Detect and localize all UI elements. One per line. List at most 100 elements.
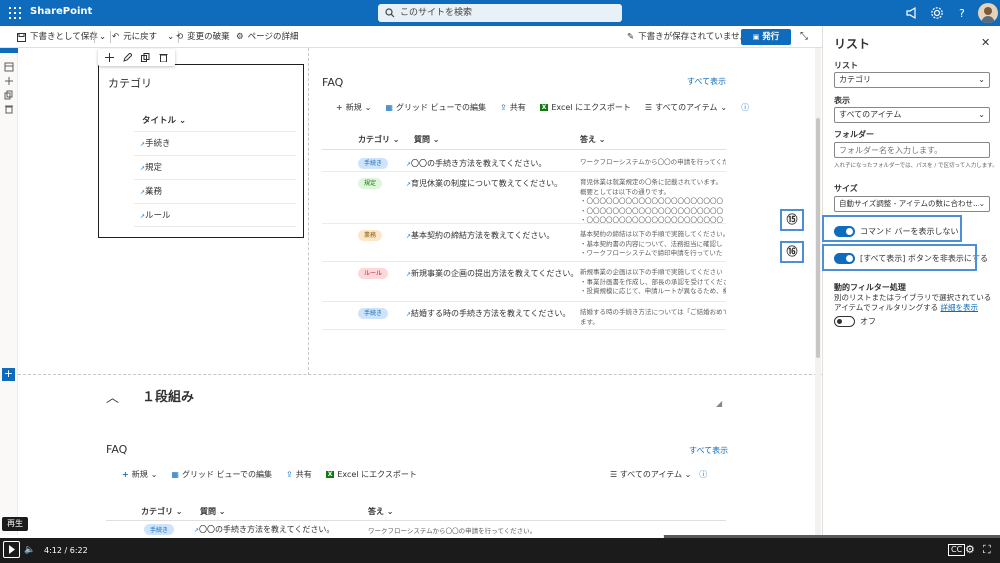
list-command-bar: + 新規 ⌄ ▦ グリッド ビューでの編集 ⇪ 共有 X Excel にエクスポート ☰ す… xyxy=(336,101,749,113)
category-badge[interactable]: 手続き xyxy=(144,524,175,535)
gear-icon[interactable] xyxy=(930,6,944,20)
collapse-chevron-icon[interactable]: ︿ xyxy=(106,387,119,406)
answer-text: 結婚する時の手続き方法については「ご結婚おめで ます。 xyxy=(580,308,726,326)
help-icon[interactable]: ? xyxy=(955,6,969,20)
delete-icon[interactable] xyxy=(159,53,168,62)
new-button[interactable]: + 新規 ⌄ xyxy=(336,102,371,113)
question-link[interactable]: ↗〇〇の手続き方法を教えてください。 xyxy=(406,158,546,169)
avatar[interactable] xyxy=(978,3,998,23)
title-column-label: タイトル xyxy=(142,116,177,126)
undo-button[interactable]: ↶ 元に戻す ⌄ xyxy=(112,26,180,48)
chevron-down-icon: ⌄ xyxy=(684,469,692,479)
share-button[interactable]: ⇪ 共有 xyxy=(286,469,312,480)
category-badge[interactable]: 業務 xyxy=(358,230,383,241)
grid-edit-button[interactable]: ▦ グリッド ビューでの編集 xyxy=(171,469,272,480)
duplicate-icon[interactable] xyxy=(4,90,14,100)
layout-icon[interactable] xyxy=(4,62,14,72)
answer-text: 基本契約の締結は以下の手順で実施してください。 ・基本契約書の内容について、法務… xyxy=(580,230,726,257)
fullscreen-icon[interactable]: ⛶ xyxy=(983,543,991,557)
folder-input[interactable] xyxy=(834,142,990,158)
add-section-button[interactable]: + xyxy=(2,368,15,381)
move-icon[interactable] xyxy=(105,53,115,62)
question-column-header[interactable]: 質問 ⌄ xyxy=(200,506,226,517)
close-icon[interactable]: ✕ xyxy=(981,36,990,49)
resize-handle-icon[interactable]: ◢ xyxy=(716,399,722,408)
list-item[interactable]: ↗ルール xyxy=(134,203,296,227)
question-link[interactable]: ↗結婚する時の手続き方法を教えてください。 xyxy=(406,308,570,319)
one-column-section: ︿ １段組み ◢ FAQ すべて表示 + 新規 ⌄ ▦ グリッド ビューでの編集 ⇪ 共… xyxy=(18,375,822,538)
list-item[interactable]: ↗業務 xyxy=(134,179,296,203)
collapse-panel-icon[interactable]: ⤡ xyxy=(800,26,808,48)
view-dropdown[interactable]: すべてのアイテム ⌄ xyxy=(834,107,990,123)
plus-icon: + xyxy=(336,102,343,112)
view-selector[interactable]: ☰ すべてのアイテム ⌄ xyxy=(610,469,691,480)
category-column-header[interactable]: カテゴリ ⌄ xyxy=(358,134,400,145)
draft-status: ✎ 下書きが保存されていません xyxy=(627,26,748,48)
table-row[interactable]: 手続き ↗〇〇の手続き方法を教えてください。 ワークフローシステムから〇〇の申請を行… xyxy=(322,152,726,172)
view-label: 表示 xyxy=(834,96,850,105)
grid-edit-button[interactable]: ▦ グリッド ビューでの編集 xyxy=(385,102,486,113)
megaphone-icon[interactable] xyxy=(905,6,919,20)
export-excel-button[interactable]: X Excel にエクスポート xyxy=(325,469,417,480)
details-link[interactable]: 詳細を表示 xyxy=(941,303,979,312)
table-row[interactable]: ルール ↗新規事業の企画の提出方法を教えてください。 新規事業の企画は以下の手順で実… xyxy=(322,262,726,302)
category-badge[interactable]: 手続き xyxy=(358,158,389,169)
list-dropdown[interactable]: カテゴリ ⌄ xyxy=(834,72,990,88)
question-link[interactable]: ↗〇〇の手続き方法を教えてください。 xyxy=(194,524,334,535)
table-row[interactable]: 業務 ↗基本契約の締結方法を教えてください。 基本契約の締結は以下の手順で実施してく… xyxy=(322,224,726,262)
question-column-header[interactable]: 質問 ⌄ xyxy=(414,134,440,145)
question-link[interactable]: ↗基本契約の締結方法を教えてください。 xyxy=(406,230,554,241)
brand-name[interactable]: SharePoint xyxy=(30,6,92,17)
category-badge[interactable]: ルール xyxy=(358,268,389,279)
view-selector[interactable]: ☰ すべてのアイテム ⌄ xyxy=(645,102,727,113)
question-link[interactable]: ↗育児休業の制度について教えてください。 xyxy=(406,178,562,189)
category-badge[interactable]: 規定 xyxy=(358,178,383,189)
category-column-header[interactable]: カテゴリ ⌄ xyxy=(141,506,183,517)
export-excel-button[interactable]: X Excel にエクスポート xyxy=(539,102,631,113)
list-item[interactable]: ↗規定 xyxy=(134,155,296,179)
share-button[interactable]: ⇪ 共有 xyxy=(500,102,526,113)
section-title[interactable]: １段組み xyxy=(142,386,194,405)
category-list-webpart[interactable]: カテゴリ タイトル ⌄ ↗手続き ↗規定 ↗業務 ↗ルール xyxy=(98,64,304,238)
faq-list-webpart[interactable]: FAQ すべて表示 + 新規 ⌄ ▦ グリッド ビューでの編集 ⇪ 共有 X Excel … xyxy=(322,70,749,370)
question-link[interactable]: ↗新規事業の企画の提出方法を教えてください。 xyxy=(406,268,578,279)
save-dropdown-chevron[interactable]: ⌄ xyxy=(94,26,112,48)
save-icon xyxy=(17,32,26,42)
list-item[interactable]: ↗手続き xyxy=(134,131,296,155)
answer-column-header[interactable]: 答え ⌄ xyxy=(368,506,394,517)
export-label: Excel にエクスポート xyxy=(551,102,631,112)
toggle-switch-off[interactable] xyxy=(834,315,855,327)
app-launcher-icon[interactable] xyxy=(9,7,21,19)
duplicate-icon[interactable] xyxy=(140,53,150,62)
save-draft-button[interactable]: 下書きとして保存 xyxy=(17,26,98,48)
new-button[interactable]: + 新規 ⌄ xyxy=(122,469,157,480)
see-all-link-2[interactable]: すべて表示 xyxy=(689,445,728,456)
info-icon[interactable]: ⓘ xyxy=(699,469,707,480)
see-all-link[interactable]: すべて表示 xyxy=(687,76,726,87)
page-command-bar: 下書きとして保存 ⌄ ↶ 元に戻す ⌄ ⟲ 変更の破棄 ⚙ ページの詳細 ✎ 下… xyxy=(0,26,822,48)
category-badge[interactable]: 手続き xyxy=(358,308,389,319)
dynamic-filter-toggle[interactable]: オフ xyxy=(834,315,876,327)
move-icon[interactable] xyxy=(4,76,14,86)
volume-icon[interactable]: 🔈 xyxy=(24,545,35,555)
gear-icon[interactable]: ⚙ xyxy=(965,543,975,556)
table-row[interactable]: 規定 ↗育児休業の制度について教えてください。 育児休業は就業規定の〇条に記載されて… xyxy=(322,172,726,224)
captions-icon[interactable]: CC xyxy=(948,544,966,556)
discard-changes-button[interactable]: ⟲ 変更の破棄 xyxy=(176,26,230,48)
canvas-scrollbar[interactable] xyxy=(815,48,821,538)
page-canvas: カテゴリ タイトル ⌄ ↗手続き ↗規定 ↗業務 ↗ルール FAQ すべて表示 … xyxy=(18,48,822,538)
size-dropdown[interactable]: 自動サイズ調整 - アイテムの数に合わせ... ⌄ xyxy=(834,196,990,212)
pencil-icon: ✎ xyxy=(627,32,635,42)
edit-icon[interactable] xyxy=(123,53,133,62)
delete-icon[interactable] xyxy=(4,104,14,114)
page-details-button[interactable]: ⚙ ページの詳細 xyxy=(236,26,298,48)
title-column-header[interactable]: タイトル ⌄ xyxy=(142,114,186,126)
scrollbar-thumb[interactable] xyxy=(816,118,820,358)
info-icon[interactable]: ⓘ xyxy=(741,102,749,113)
play-button[interactable] xyxy=(3,541,20,558)
publish-button[interactable]: ▣ 発行 xyxy=(741,29,791,45)
answer-column-header[interactable]: 答え ⌄ xyxy=(580,134,606,145)
table-row[interactable]: 手続き ↗結婚する時の手続き方法を教えてください。 結婚する時の手続き方法については… xyxy=(322,302,726,330)
list-label: リスト xyxy=(834,61,858,70)
site-search-box[interactable]: このサイトを検索 xyxy=(378,4,622,22)
